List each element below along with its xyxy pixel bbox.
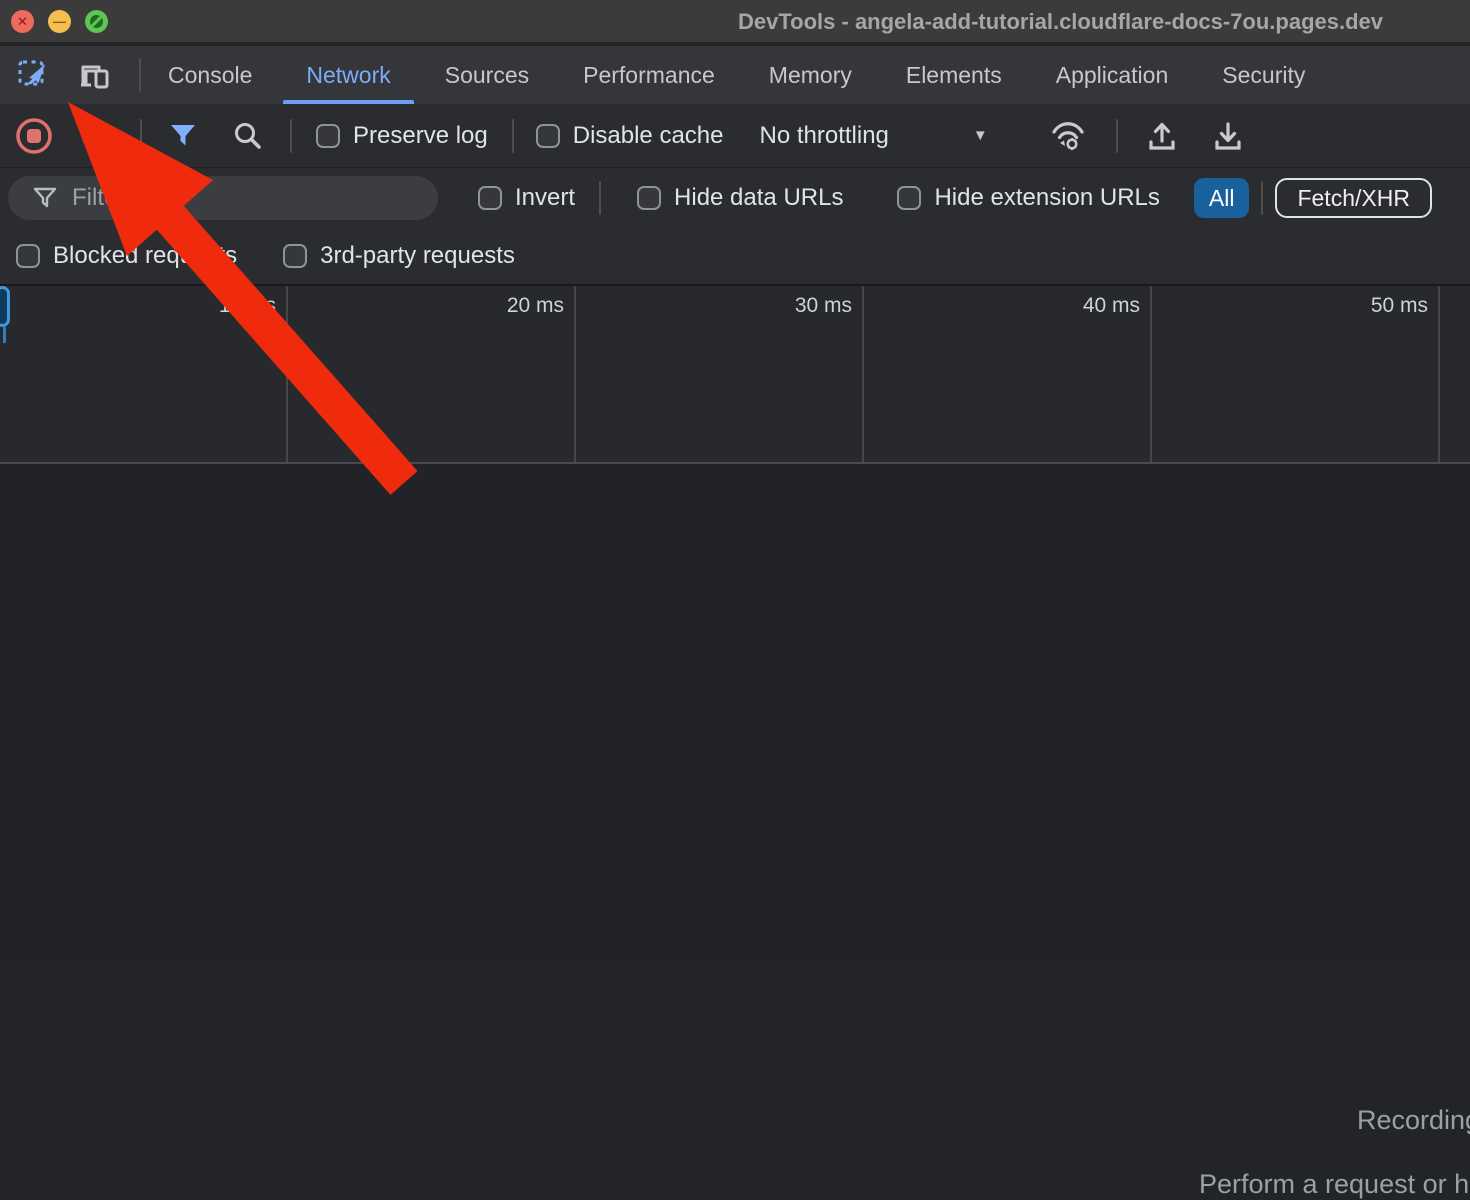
network-conditions-icon xyxy=(1050,119,1086,153)
filter-input-container[interactable] xyxy=(8,176,438,220)
inspect-cursor-icon xyxy=(17,59,49,91)
tab-elements[interactable]: Elements xyxy=(879,46,1029,104)
divider xyxy=(599,181,601,215)
device-toolbar-icon xyxy=(78,59,112,91)
download-icon xyxy=(1212,119,1244,153)
search-network-button[interactable] xyxy=(232,120,264,152)
timeline-tick: 10 ms xyxy=(0,286,288,462)
timeline-tick: 50 ms xyxy=(1152,286,1440,462)
tab-performance[interactable]: Performance xyxy=(556,46,742,104)
upload-icon xyxy=(1146,119,1178,153)
third-party-requests-label[interactable]: 3rd-party requests xyxy=(320,242,515,270)
network-toolbar: Preserve log Disable cache No throttling… xyxy=(0,104,1470,168)
hide-extension-urls-checkbox[interactable] xyxy=(897,186,921,210)
tab-application[interactable]: Application xyxy=(1029,46,1196,104)
timeline-tick-spacer xyxy=(1440,286,1470,462)
zoom-window-button[interactable] xyxy=(85,10,108,33)
tab-console[interactable]: Console xyxy=(141,46,279,104)
divider xyxy=(512,119,514,153)
disable-cache-label[interactable]: Disable cache xyxy=(573,122,724,150)
blocked-requests-checkbox[interactable] xyxy=(16,244,40,268)
tab-memory[interactable]: Memory xyxy=(742,46,879,104)
network-conditions-button[interactable] xyxy=(1050,119,1086,153)
divider xyxy=(290,119,292,153)
inspect-element-button[interactable] xyxy=(17,59,49,91)
hide-data-urls-label[interactable]: Hide data URLs xyxy=(674,184,843,212)
clear-icon xyxy=(80,120,112,152)
export-har-button[interactable] xyxy=(1212,119,1244,153)
disable-cache-checkbox[interactable] xyxy=(536,124,560,148)
zoom-icon xyxy=(90,15,103,28)
search-icon xyxy=(232,120,264,152)
hide-extension-urls-label[interactable]: Hide extension URLs xyxy=(934,184,1159,212)
import-har-button[interactable] xyxy=(1146,119,1178,153)
record-network-log-button[interactable] xyxy=(14,116,54,156)
tab-network[interactable]: Network xyxy=(279,46,417,104)
preserve-log-checkbox[interactable] xyxy=(316,124,340,148)
request-type-chip-all[interactable]: All xyxy=(1194,178,1250,218)
network-overview-timeline[interactable]: 10 ms 20 ms 30 ms 40 ms 50 ms xyxy=(0,284,1470,464)
divider xyxy=(140,119,142,153)
divider xyxy=(1261,181,1263,215)
request-type-chip-fetch-xhr[interactable]: Fetch/XHR xyxy=(1275,178,1431,218)
overview-range-handle[interactable] xyxy=(0,286,10,327)
invert-filter-checkbox[interactable] xyxy=(478,186,502,210)
network-filter-row-2: Blocked requests 3rd-party requests xyxy=(0,228,1470,284)
preserve-log-label[interactable]: Preserve log xyxy=(353,122,488,150)
timeline-tick: 40 ms xyxy=(864,286,1152,462)
timeline-tick: 20 ms xyxy=(288,286,576,462)
window-titlebar: ✕ — DevTools - angela-add-tutorial.cloud… xyxy=(0,0,1470,44)
filter-funnel-icon xyxy=(168,121,198,151)
overview-range-handle-stem xyxy=(3,327,6,343)
filter-funnel-outline-icon xyxy=(32,185,58,211)
toggle-device-toolbar-button[interactable] xyxy=(78,59,112,91)
recording-status-text: Recording network activity… xyxy=(1357,1105,1470,1136)
tab-security[interactable]: Security xyxy=(1195,46,1332,104)
blocked-requests-label[interactable]: Blocked requests xyxy=(53,242,237,270)
divider xyxy=(1116,119,1118,153)
record-stop-icon xyxy=(14,116,54,156)
devtools-tabbar: Console Network Sources Performance Memo… xyxy=(0,46,1470,104)
timeline-tick: 30 ms xyxy=(576,286,864,462)
clear-network-log-button[interactable] xyxy=(80,120,112,152)
tab-sources[interactable]: Sources xyxy=(418,46,556,104)
close-window-button[interactable]: ✕ xyxy=(11,10,34,33)
chevron-down-icon[interactable]: ▼ xyxy=(973,127,988,144)
filter-input[interactable] xyxy=(72,184,422,212)
perform-request-hint-text: Perform a request or hit ⌘ R to record t… xyxy=(1199,1169,1470,1200)
network-filter-row: Invert Hide data URLs Hide extension URL… xyxy=(0,168,1470,228)
throttling-select[interactable]: No throttling xyxy=(759,122,888,150)
filter-toggle-button[interactable] xyxy=(168,121,198,151)
hide-data-urls-checkbox[interactable] xyxy=(637,186,661,210)
window-title: DevTools - angela-add-tutorial.cloudflar… xyxy=(738,9,1383,35)
requests-panel: Recording network activity… Perform a re… xyxy=(0,464,1470,960)
minimize-window-button[interactable]: — xyxy=(48,10,71,33)
invert-filter-label[interactable]: Invert xyxy=(515,184,575,212)
third-party-requests-checkbox[interactable] xyxy=(283,244,307,268)
